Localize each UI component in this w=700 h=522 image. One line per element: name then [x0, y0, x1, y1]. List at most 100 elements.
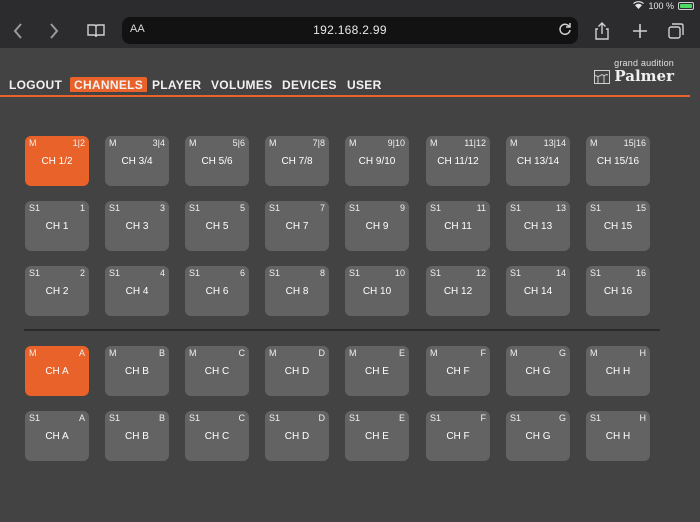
status-bar: 100 % — [0, 0, 700, 14]
channel-tile[interactable]: S1 5 CH 5 — [185, 201, 249, 251]
channel-tile[interactable]: M 7|8 CH 7/8 — [265, 136, 329, 186]
url-text[interactable]: 192.168.2.99 — [122, 23, 578, 37]
nav-devices[interactable]: DEVICES — [282, 78, 337, 92]
channel-tile[interactable]: S1 G CH G — [506, 411, 570, 461]
channel-tile[interactable]: S1 15 CH 15 — [586, 201, 650, 251]
channel-tile[interactable]: S1 14 CH 14 — [506, 266, 570, 316]
tile-mode-label: M — [109, 138, 117, 148]
tabs-icon[interactable] — [662, 17, 690, 45]
battery-percentage: 100 % — [648, 1, 674, 11]
tile-channel-label: CH 9 — [365, 221, 389, 232]
tile-channel-label: CH G — [525, 366, 551, 377]
tile-channel-number: G — [558, 413, 566, 423]
channel-tile[interactable]: S1 12 CH 12 — [426, 266, 490, 316]
channel-tile[interactable]: S1 H CH H — [586, 411, 650, 461]
tile-mode-label: M — [510, 138, 518, 148]
tile-channel-number: 11|12 — [464, 138, 486, 148]
tile-mode-label: S1 — [109, 413, 121, 423]
tile-mode-label: M — [29, 348, 37, 358]
tile-mode-label: M — [29, 138, 37, 148]
tile-channel-number: 9 — [399, 203, 405, 213]
nav-logout[interactable]: LOGOUT — [9, 78, 62, 92]
channel-tile[interactable]: M H CH H — [586, 346, 650, 396]
tile-mode-label: S1 — [430, 268, 442, 278]
nav-player[interactable]: PLAYER — [152, 78, 201, 92]
tile-channel-number: B — [158, 348, 165, 358]
channel-tile[interactable]: M C CH C — [185, 346, 249, 396]
tile-mode-label: M — [349, 348, 357, 358]
channel-tile[interactable]: M E CH E — [345, 346, 409, 396]
channel-tile[interactable]: M F CH F — [426, 346, 490, 396]
channel-tile[interactable]: S1 A CH A — [25, 411, 89, 461]
channel-tile[interactable]: S1 2 CH 2 — [25, 266, 89, 316]
channel-tile[interactable]: M 15|16 CH 15/16 — [586, 136, 650, 186]
channel-tile[interactable]: M G CH G — [506, 346, 570, 396]
channel-tile[interactable]: M A CH A — [25, 346, 89, 396]
tile-channel-label: CH 9/10 — [358, 156, 396, 167]
channel-tile[interactable]: M 1|2 CH 1/2 — [25, 136, 89, 186]
tile-channel-label: CH 15 — [603, 221, 633, 232]
tile-channel-number: A — [78, 348, 85, 358]
tile-mode-label: S1 — [189, 413, 201, 423]
channel-tile[interactable]: S1 11 CH 11 — [426, 201, 490, 251]
forward-icon[interactable] — [40, 17, 68, 45]
tile-channel-label: CH C — [204, 431, 230, 442]
tile-channel-label: CH D — [284, 366, 310, 377]
tile-mode-label: M — [430, 138, 438, 148]
back-icon[interactable] — [4, 17, 32, 45]
channel-tile[interactable]: S1 F CH F — [426, 411, 490, 461]
channel-tile[interactable]: S1 D CH D — [265, 411, 329, 461]
brand-logo: grand audition Palmer — [594, 58, 674, 85]
tile-channel-label: CH 8 — [285, 286, 309, 297]
channel-tile[interactable]: S1 13 CH 13 — [506, 201, 570, 251]
channel-tile[interactable]: M 11|12 CH 11/12 — [426, 136, 490, 186]
channel-tile[interactable]: S1 6 CH 6 — [185, 266, 249, 316]
channel-tile[interactable]: S1 E CH E — [345, 411, 409, 461]
tile-channel-number: 16 — [635, 268, 646, 278]
channel-tile[interactable]: S1 16 CH 16 — [586, 266, 650, 316]
tile-channel-label: CH 5 — [205, 221, 229, 232]
reload-icon[interactable] — [558, 22, 572, 41]
tile-channel-number: 14 — [555, 268, 566, 278]
bookmarks-icon[interactable] — [82, 17, 110, 45]
channel-tile[interactable]: S1 10 CH 10 — [345, 266, 409, 316]
tile-channel-label: CH H — [605, 366, 631, 377]
channel-tile[interactable]: M 5|6 CH 5/6 — [185, 136, 249, 186]
channel-tile[interactable]: M 13|14 CH 13/14 — [506, 136, 570, 186]
tile-channel-label: CH 13 — [523, 221, 553, 232]
tile-mode-label: S1 — [430, 413, 442, 423]
tile-channel-label: CH 11 — [444, 221, 472, 232]
tile-channel-number: A — [78, 413, 85, 423]
channel-tile[interactable]: M B CH B — [105, 346, 169, 396]
wifi-icon — [633, 1, 645, 11]
nav-channels[interactable]: CHANNELS — [70, 77, 148, 92]
tile-channel-number: 5|6 — [232, 138, 245, 148]
tile-mode-label: S1 — [590, 413, 602, 423]
channel-tile[interactable]: S1 C CH C — [185, 411, 249, 461]
channel-tile[interactable]: S1 B CH B — [105, 411, 169, 461]
channel-tile[interactable]: S1 8 CH 8 — [265, 266, 329, 316]
channel-tile[interactable]: M 9|10 CH 9/10 — [345, 136, 409, 186]
tile-channel-number: G — [558, 348, 566, 358]
tile-mode-label: S1 — [109, 268, 121, 278]
channel-tile[interactable]: S1 4 CH 4 — [105, 266, 169, 316]
tile-channel-label: CH 10 — [362, 286, 392, 297]
address-bar[interactable]: AA 192.168.2.99 — [122, 17, 578, 44]
new-tab-icon[interactable] — [626, 17, 654, 45]
channel-tile[interactable]: M 3|4 CH 3/4 — [105, 136, 169, 186]
tile-channel-number: 15 — [635, 203, 646, 213]
tile-mode-label: M — [590, 348, 598, 358]
channel-tile[interactable]: M D CH D — [265, 346, 329, 396]
nav-volumes[interactable]: VOLUMES — [211, 78, 272, 92]
tile-channel-label: CH 4 — [125, 286, 149, 297]
nav-user[interactable]: USER — [347, 78, 382, 92]
channel-tile[interactable]: S1 3 CH 3 — [105, 201, 169, 251]
tile-channel-label: CH 2 — [45, 286, 69, 297]
tile-mode-label: S1 — [510, 268, 522, 278]
tile-mode-label: M — [349, 138, 357, 148]
channel-tile[interactable]: S1 7 CH 7 — [265, 201, 329, 251]
tile-channel-label: CH 12 — [443, 286, 473, 297]
share-icon[interactable] — [588, 17, 616, 45]
channel-tile[interactable]: S1 9 CH 9 — [345, 201, 409, 251]
channel-tile[interactable]: S1 1 CH 1 — [25, 201, 89, 251]
